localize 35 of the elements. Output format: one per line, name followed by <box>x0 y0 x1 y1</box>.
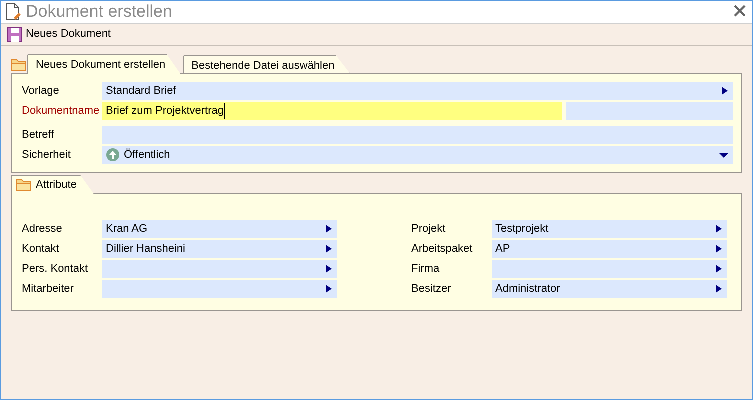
field-label: Betreff <box>21 128 56 143</box>
lookup-field[interactable] <box>492 260 726 278</box>
close-button[interactable] <box>734 5 748 19</box>
save-icon <box>7 26 23 42</box>
section-title: Attribute <box>36 178 77 192</box>
triangle-right-icon <box>721 86 729 96</box>
field-label: Adresse <box>21 222 64 237</box>
window-title: Dokument erstellen <box>26 2 172 22</box>
field-label: Arbeitspaket <box>410 242 474 257</box>
tab[interactable]: Bestehende Datei auswählen <box>182 55 350 73</box>
field-label: Pers. Kontakt <box>21 262 90 277</box>
field-label: Firma <box>410 262 441 277</box>
lookup-field[interactable]: Testprojekt <box>492 220 726 238</box>
field-label: Vorlage <box>21 84 60 99</box>
field-label: Projekt <box>410 222 447 237</box>
new-document-button[interactable]: Neues Dokument <box>7 26 111 43</box>
folder-icon <box>16 176 32 193</box>
lookup-field[interactable] <box>102 260 337 278</box>
lookup-field[interactable]: Dillier Hansheini <box>102 240 337 258</box>
lookup-field[interactable]: Kran AG <box>102 220 337 238</box>
tab[interactable]: Neues Dokument erstellen <box>27 54 181 74</box>
lookup-field[interactable]: Administrator <box>492 280 726 298</box>
lookup-field[interactable] <box>102 280 337 298</box>
field-label: Mitarbeiter <box>21 282 75 297</box>
text-field[interactable] <box>102 126 733 144</box>
lookup-field[interactable]: Standard Brief <box>102 82 733 100</box>
field-label: Kontakt <box>21 242 60 257</box>
text-field[interactable]: Brief zum Projektvertrag <box>102 102 562 120</box>
folder-icon <box>11 57 27 73</box>
field-label: Sicherheit <box>21 148 72 163</box>
lookup-field[interactable]: AP <box>492 240 726 258</box>
field-label: Besitzer <box>410 282 452 297</box>
dropdown-field[interactable]: Öffentlich <box>102 146 733 164</box>
field-label: Dokumentname <box>21 104 101 119</box>
caret-down-icon <box>719 152 729 158</box>
